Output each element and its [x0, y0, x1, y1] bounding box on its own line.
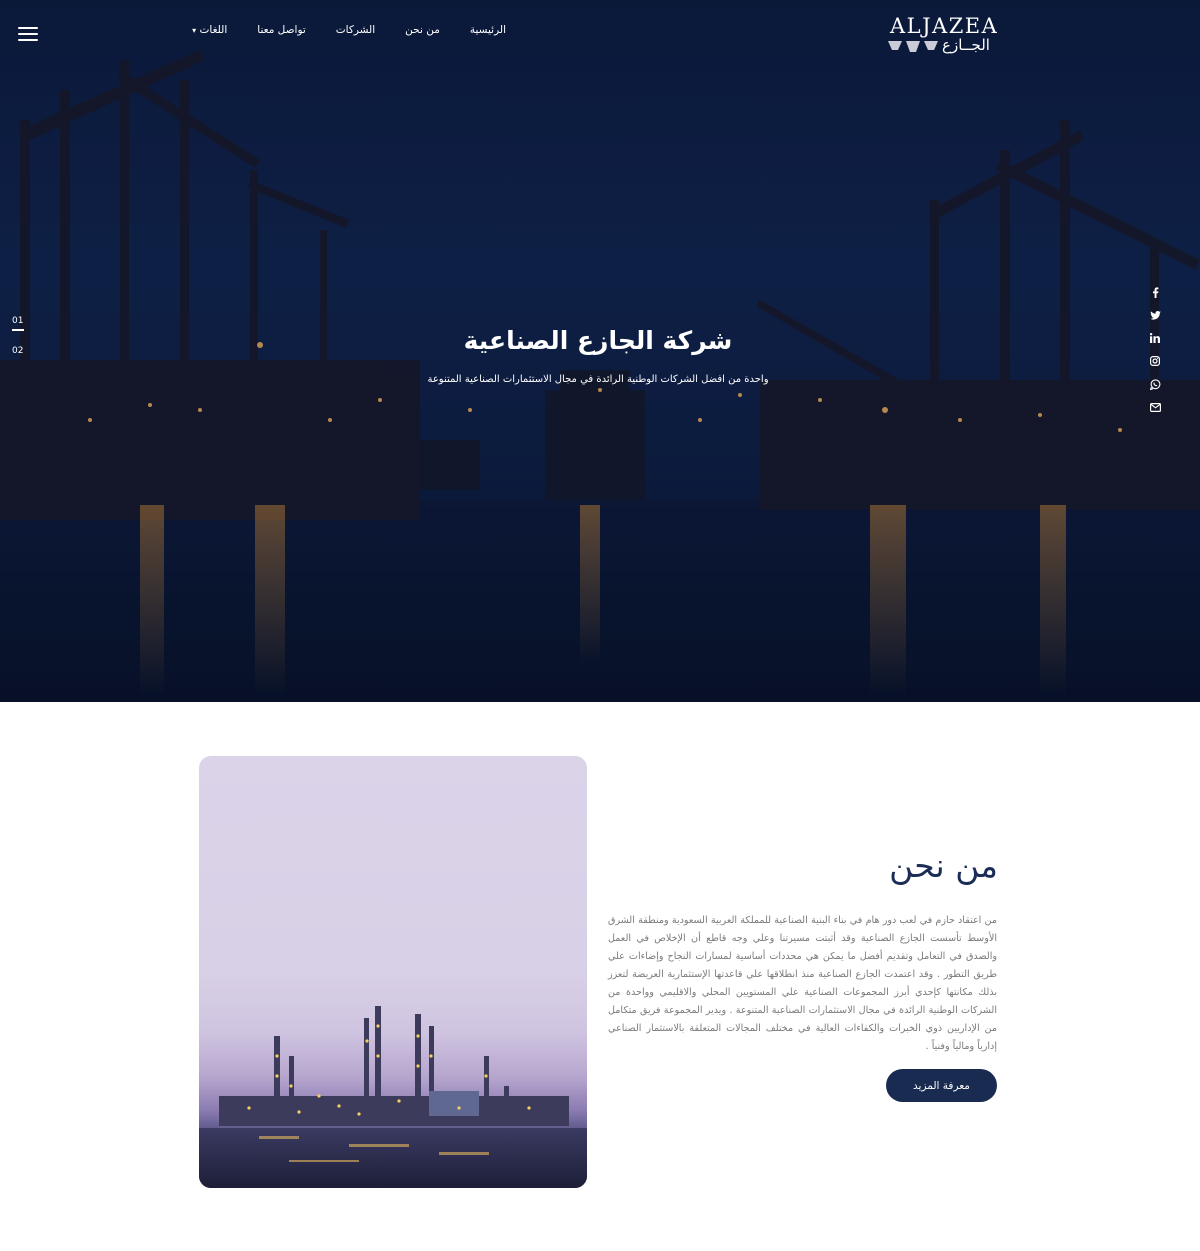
nav-languages[interactable]: ▾ اللغات	[188, 24, 227, 36]
nav-home[interactable]: الرئيسية	[470, 24, 506, 36]
refinery-image	[199, 756, 587, 1188]
nav-companies[interactable]: الشركات	[336, 24, 375, 36]
hero-title: شركة الجازع الصناعية	[463, 326, 733, 355]
hamburger-icon[interactable]	[18, 27, 38, 41]
about-title: من نحن	[889, 846, 998, 885]
nav-languages-label: اللغات	[199, 24, 228, 36]
main-menu: الرئيسية من نحن الشركات تواصل معنا ▾ الل…	[188, 24, 506, 36]
about-description: من اعتقاد حازم في لعب دور هام في بناء ال…	[608, 915, 997, 1052]
logo-latin-text: ALJAZEA	[890, 14, 999, 38]
nav-about[interactable]: من نحن	[405, 24, 440, 36]
read-more-button[interactable]: معرفة المزيد	[886, 1069, 997, 1102]
instagram-icon[interactable]	[1147, 353, 1163, 369]
top-navigation: الرئيسية من نحن الشركات تواصل معنا ▾ الل…	[0, 14, 1200, 54]
hero-subtitle: واحدة من افضل الشركات الوطنية الرائدة في…	[427, 374, 769, 385]
twitter-icon[interactable]	[1147, 307, 1163, 323]
nav-contact[interactable]: تواصل معنا	[257, 24, 306, 36]
envelope-icon[interactable]	[1147, 399, 1163, 415]
facebook-icon[interactable]	[1147, 284, 1163, 300]
logo-mark-icon	[888, 41, 938, 52]
refinery-illustration	[199, 1006, 587, 1188]
chevron-down-icon: ▾	[192, 26, 197, 35]
logo[interactable]: ALJAZEA الجــازع	[886, 14, 1006, 56]
logo-arabic-text: الجــازع	[942, 36, 990, 54]
hero-section: الرئيسية من نحن الشركات تواصل معنا ▾ الل…	[0, 0, 1200, 702]
